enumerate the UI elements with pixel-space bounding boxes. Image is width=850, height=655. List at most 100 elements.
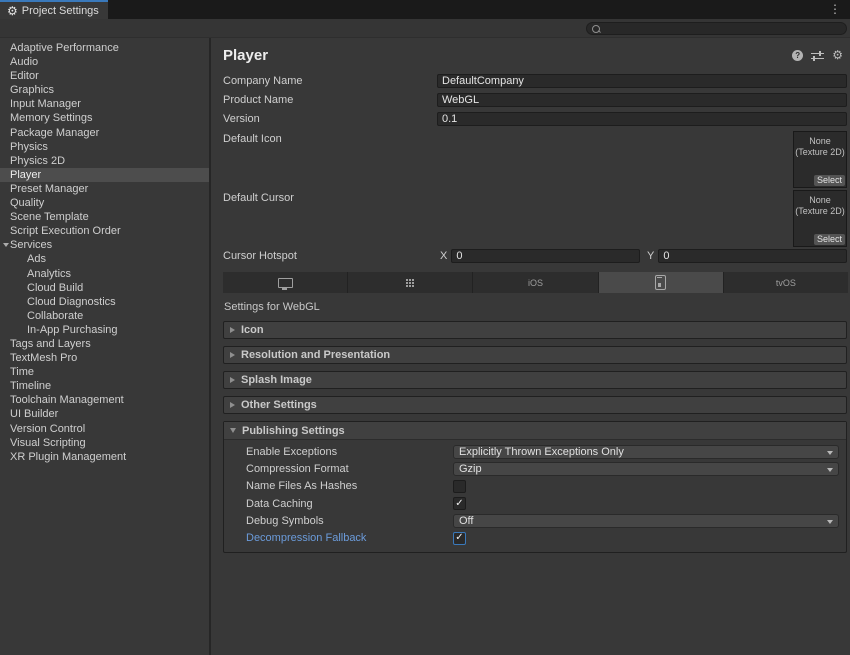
section-other-settings[interactable]: Other Settings bbox=[223, 396, 847, 414]
sidebar-item-cloud-diagnostics[interactable]: Cloud Diagnostics bbox=[0, 295, 209, 309]
preset-icon[interactable] bbox=[811, 50, 824, 61]
platform-tab-webgl[interactable] bbox=[599, 272, 723, 293]
sidebar-item-editor[interactable]: Editor bbox=[0, 69, 209, 83]
sidebar-item-label: Package Manager bbox=[10, 127, 99, 139]
sidebar-item-graphics[interactable]: Graphics bbox=[0, 83, 209, 97]
sidebar-item-script-execution-order[interactable]: Script Execution Order bbox=[0, 224, 209, 238]
platform-tab-standalone[interactable] bbox=[223, 272, 347, 293]
data-caching-checkbox[interactable]: ✓ bbox=[453, 497, 466, 510]
sidebar-item-scene-template[interactable]: Scene Template bbox=[0, 210, 209, 224]
settings-category-list: Adaptive PerformanceAudioEditorGraphicsI… bbox=[0, 38, 211, 655]
setting-label: Data Caching bbox=[224, 498, 453, 510]
sidebar-item-label: Timeline bbox=[10, 380, 51, 392]
hotspot-x-field[interactable] bbox=[451, 249, 640, 263]
y-axis-label: Y bbox=[647, 250, 654, 262]
platform-tab-label: tvOS bbox=[776, 278, 796, 288]
sidebar-item-cloud-build[interactable]: Cloud Build bbox=[0, 281, 209, 295]
section-icon[interactable]: Icon bbox=[223, 321, 847, 339]
sidebar-item-xr-plugin-management[interactable]: XR Plugin Management bbox=[0, 450, 209, 464]
compression-format-dropdown[interactable]: Gzip bbox=[453, 462, 839, 476]
field-row-version: Version bbox=[223, 112, 847, 126]
default-cursor-label: Default Cursor bbox=[223, 190, 437, 247]
gear-icon[interactable]: ⚙ bbox=[832, 49, 843, 61]
tab-project-settings[interactable]: ⚙ Project Settings bbox=[0, 0, 108, 19]
section-label: Splash Image bbox=[241, 374, 312, 386]
platform-tab-tvos[interactable]: tvOS bbox=[724, 272, 848, 293]
select-button[interactable]: Select bbox=[814, 234, 845, 245]
setting-row-data-caching: Data Caching✓ bbox=[224, 495, 839, 512]
sidebar-item-textmesh-pro[interactable]: TextMesh Pro bbox=[0, 351, 209, 365]
sidebar-item-input-manager[interactable]: Input Manager bbox=[0, 97, 209, 111]
setting-row-enable-exceptions: Enable ExceptionsExplicitly Thrown Excep… bbox=[224, 443, 839, 460]
sidebar-item-label: Visual Scripting bbox=[10, 437, 86, 449]
name-files-as-hashes-checkbox[interactable] bbox=[453, 480, 466, 493]
setting-row-compression-format: Compression FormatGzip bbox=[224, 460, 839, 477]
sidebar-item-label: Cloud Diagnostics bbox=[27, 296, 116, 308]
kebab-menu-icon[interactable]: ⋮ bbox=[829, 2, 841, 16]
platform-tab-label: iOS bbox=[528, 278, 543, 288]
sidebar-item-preset-manager[interactable]: Preset Manager bbox=[0, 182, 209, 196]
device-icon bbox=[655, 275, 666, 290]
help-icon[interactable]: ? bbox=[792, 50, 803, 61]
sidebar-item-visual-scripting[interactable]: Visual Scripting bbox=[0, 436, 209, 450]
sidebar-item-services[interactable]: Services bbox=[0, 238, 209, 252]
header-icons: ? ⚙ bbox=[792, 49, 843, 61]
section-publishing-settings[interactable]: Publishing Settings bbox=[224, 422, 846, 440]
enable-exceptions-dropdown[interactable]: Explicitly Thrown Exceptions Only bbox=[453, 445, 839, 459]
field-row-product-name: Product Name bbox=[223, 93, 847, 107]
chevron-right-icon bbox=[230, 352, 235, 358]
sidebar-item-ads[interactable]: Ads bbox=[0, 252, 209, 266]
sidebar-item-tags-and-layers[interactable]: Tags and Layers bbox=[0, 337, 209, 351]
dropdown-value: Gzip bbox=[459, 463, 482, 475]
sidebar-item-label: Physics bbox=[10, 141, 48, 153]
sidebar-item-memory-settings[interactable]: Memory Settings bbox=[0, 111, 209, 125]
hotspot-y-field[interactable] bbox=[658, 249, 847, 263]
sidebar-item-analytics[interactable]: Analytics bbox=[0, 267, 209, 281]
chevron-right-icon bbox=[230, 327, 235, 333]
sidebar-item-toolchain-management[interactable]: Toolchain Management bbox=[0, 393, 209, 407]
chevron-right-icon bbox=[230, 377, 235, 383]
gear-icon: ⚙ bbox=[7, 5, 18, 17]
setting-row-debug-symbols: Debug SymbolsOff bbox=[224, 512, 839, 529]
sidebar-item-player[interactable]: Player bbox=[0, 168, 209, 182]
default-cursor-picker[interactable]: None (Texture 2D) Select bbox=[793, 190, 847, 247]
field-label: Product Name bbox=[223, 94, 437, 106]
debug-symbols-dropdown[interactable]: Off bbox=[453, 514, 839, 528]
section-splash-image[interactable]: Splash Image bbox=[223, 371, 847, 389]
decompression-fallback-checkbox[interactable]: ✓ bbox=[453, 532, 466, 545]
project-settings-window: ⚙ Project Settings ⋮ Adaptive Performanc… bbox=[0, 0, 850, 655]
platform-tab-uwp[interactable] bbox=[348, 272, 472, 293]
sidebar-item-label: Memory Settings bbox=[10, 112, 93, 124]
sidebar-item-label: Quality bbox=[10, 197, 44, 209]
sidebar-item-physics-2d[interactable]: Physics 2D bbox=[0, 154, 209, 168]
sidebar-item-ui-builder[interactable]: UI Builder bbox=[0, 407, 209, 421]
search-input[interactable] bbox=[586, 22, 847, 35]
sidebar-item-timeline[interactable]: Timeline bbox=[0, 379, 209, 393]
chevron-down-icon bbox=[3, 243, 9, 247]
sidebar-item-quality[interactable]: Quality bbox=[0, 196, 209, 210]
default-icon-label: Default Icon bbox=[223, 131, 437, 188]
field-label: Version bbox=[223, 113, 437, 125]
setting-label: Decompression Fallback bbox=[224, 532, 453, 544]
settings-for-label: Settings for WebGL bbox=[224, 301, 850, 315]
checkmark-icon: ✓ bbox=[455, 533, 463, 543]
sidebar-item-collaborate[interactable]: Collaborate bbox=[0, 309, 209, 323]
company-name-field[interactable] bbox=[437, 74, 847, 88]
field-row-company-name: Company Name bbox=[223, 74, 847, 88]
version-field[interactable] bbox=[437, 112, 847, 126]
sidebar-item-physics[interactable]: Physics bbox=[0, 140, 209, 154]
sidebar-item-time[interactable]: Time bbox=[0, 365, 209, 379]
default-icon-picker[interactable]: None (Texture 2D) Select bbox=[793, 131, 847, 188]
platform-tab-ios[interactable]: iOS bbox=[473, 272, 597, 293]
sidebar-item-version-control[interactable]: Version Control bbox=[0, 422, 209, 436]
product-name-field[interactable] bbox=[437, 93, 847, 107]
sidebar-item-audio[interactable]: Audio bbox=[0, 55, 209, 69]
sidebar-item-package-manager[interactable]: Package Manager bbox=[0, 126, 209, 140]
sidebar-item-label: Physics 2D bbox=[10, 155, 65, 167]
sidebar-item-adaptive-performance[interactable]: Adaptive Performance bbox=[0, 41, 209, 55]
sidebar-item-label: UI Builder bbox=[10, 408, 58, 420]
select-button[interactable]: Select bbox=[814, 175, 845, 186]
sidebar-item-in-app-purchasing[interactable]: In-App Purchasing bbox=[0, 323, 209, 337]
section-resolution-and-presentation[interactable]: Resolution and Presentation bbox=[223, 346, 847, 364]
window-tab-bar: ⚙ Project Settings ⋮ bbox=[0, 0, 850, 19]
